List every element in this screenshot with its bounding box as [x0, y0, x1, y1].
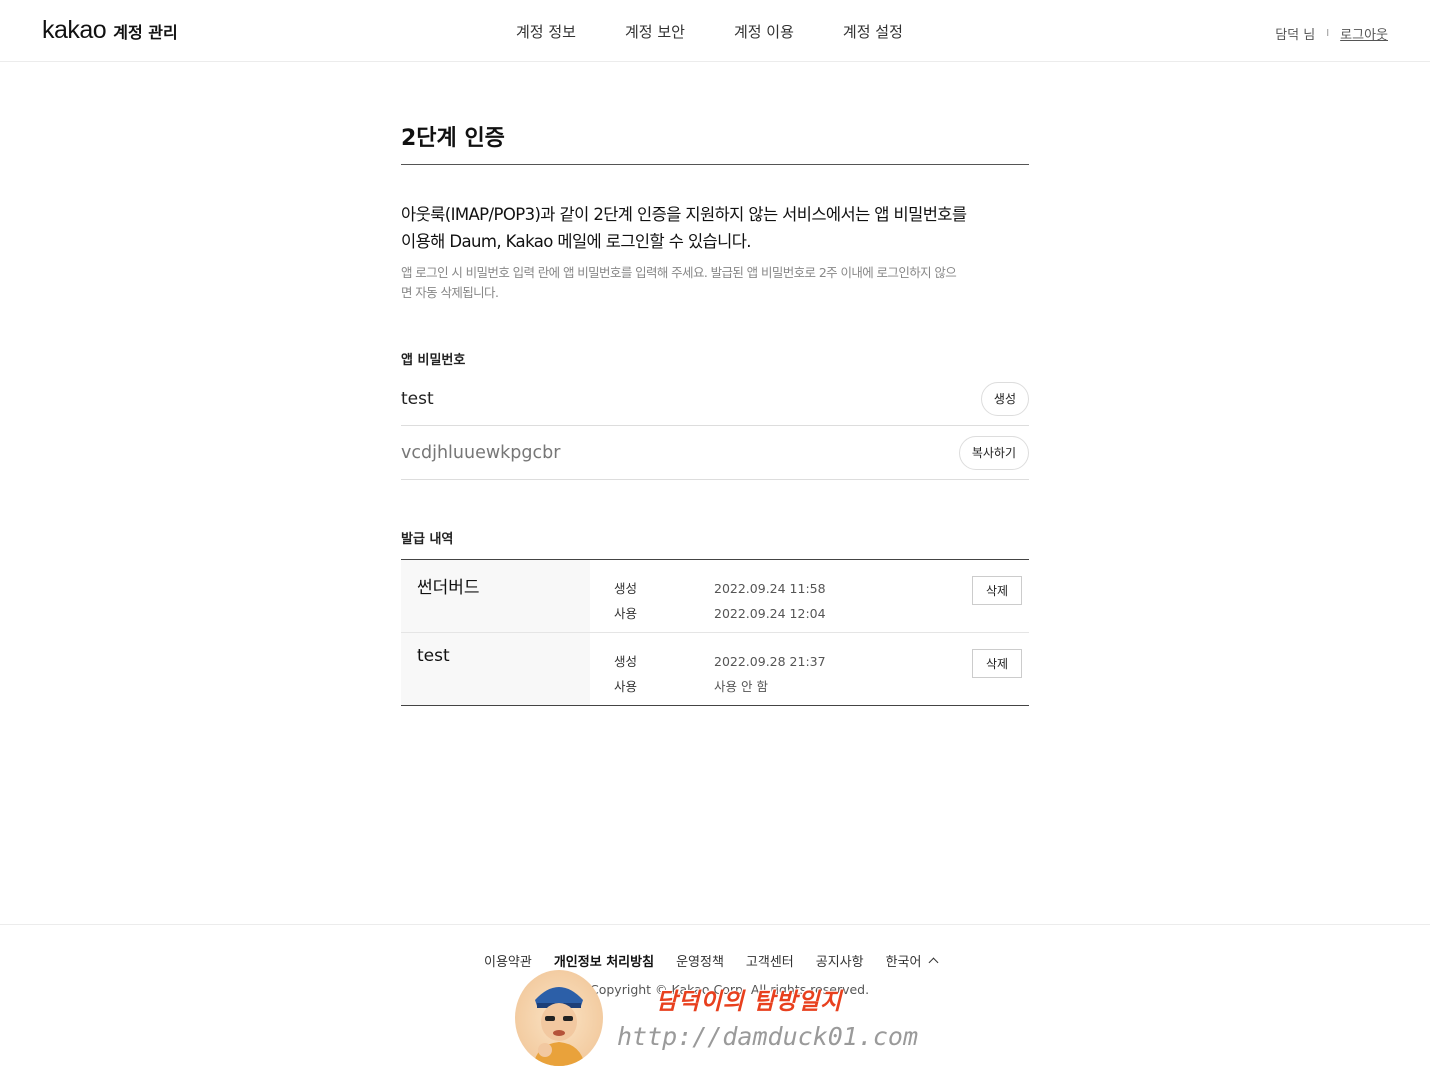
cartoon-avatar-icon [515, 970, 603, 1066]
history-label: 발급 내역 [401, 532, 454, 547]
main-nav: 계정 정보 계정 보안 계정 이용 계정 설정 [516, 21, 952, 42]
created-date: 2022.09.24 11:58 [714, 581, 826, 596]
description: 아웃룩(IMAP/POP3)과 같이 2단계 인증을 지원하지 않는 서비스에서… [401, 201, 1029, 255]
main-content: 2단계 인증 아웃룩(IMAP/POP3)과 같이 2단계 인증을 지원하지 않… [401, 120, 1029, 706]
app-name-value[interactable]: test [401, 389, 434, 409]
created-date: 2022.09.28 21:37 [714, 654, 826, 669]
footer-notice-link[interactable]: 공지사항 [816, 951, 864, 970]
top-header: kakao 계정 관리 계정 정보 계정 보안 계정 이용 계정 설정 담덕 님… [0, 0, 1430, 62]
copy-button[interactable]: 복사하기 [958, 435, 1029, 470]
footer-links: 이용약관 개인정보 처리방침 운영정책 고객센터 공지사항 한국어 [484, 951, 939, 970]
delete-button[interactable]: 삭제 [972, 576, 1022, 605]
description-line: 아웃룩(IMAP/POP3)과 같이 2단계 인증을 지원하지 않는 서비스에서… [401, 205, 967, 224]
footer-support-link[interactable]: 고객센터 [746, 951, 794, 970]
used-line: 사용 2022.09.24 12:04 [614, 601, 1029, 626]
nav-account-security[interactable]: 계정 보안 [625, 21, 685, 42]
created-line: 생성 2022.09.24 11:58 [614, 576, 1029, 601]
user-separator: I [1326, 28, 1330, 39]
watermark-url: http://damduck01.com [617, 1022, 919, 1051]
used-date: 사용 안 함 [714, 679, 768, 694]
notice-text: 앱 로그인 시 비밀번호 입력 란에 앱 비밀번호를 입력해 주세요. 발급된 … [401, 263, 1029, 303]
chevron-up-icon [929, 957, 939, 968]
used-line: 사용 사용 안 함 [614, 674, 1029, 699]
nav-account-info[interactable]: 계정 정보 [516, 21, 576, 42]
logo-wordmark: kakao [42, 16, 107, 44]
history-detail: 생성 2022.09.24 11:58 사용 2022.09.24 12:04 … [590, 560, 1029, 632]
footer-policy-link[interactable]: 운영정책 [676, 951, 724, 970]
nav-account-usage[interactable]: 계정 이용 [734, 21, 794, 42]
footer-privacy-link[interactable]: 개인정보 처리방침 [554, 951, 654, 970]
history-app-name: 썬더버드 [401, 560, 590, 632]
generated-password-value: vcdjhluuewkpgcbr [401, 442, 561, 463]
used-date: 2022.09.24 12:04 [714, 606, 826, 621]
footer-terms-link[interactable]: 이용약관 [484, 951, 532, 970]
table-row: test 생성 2022.09.28 21:37 사용 사용 안 함 삭제 [401, 633, 1029, 705]
watermark-avatar [515, 970, 603, 1066]
delete-button[interactable]: 삭제 [972, 649, 1022, 678]
history-table: 썬더버드 생성 2022.09.24 11:58 사용 2022.09.24 1… [401, 559, 1029, 706]
description-line: 이용해 Daum, Kakao 메일에 로그인할 수 있습니다. [401, 232, 752, 251]
logout-link[interactable]: 로그아웃 [1340, 24, 1388, 43]
user-name: 담덕 님 [1275, 28, 1316, 43]
app-name-field[interactable]: test 생성 [401, 372, 1029, 426]
nav-account-settings[interactable]: 계정 설정 [843, 21, 903, 42]
created-label: 생성 [614, 581, 638, 596]
generated-password-field: vcdjhluuewkpgcbr 복사하기 [401, 426, 1029, 480]
logo-subtitle: 계정 관리 [113, 23, 178, 42]
history-detail: 생성 2022.09.28 21:37 사용 사용 안 함 삭제 [590, 633, 1029, 705]
language-selector[interactable]: 한국어 [885, 951, 939, 970]
language-label: 한국어 [885, 955, 922, 970]
created-label: 생성 [614, 654, 638, 669]
notice-line: 앱 로그인 시 비밀번호 입력 란에 앱 비밀번호를 입력해 주세요. 발급된 … [401, 265, 957, 280]
create-button[interactable]: 생성 [980, 381, 1029, 416]
notice-line: 면 자동 삭제됩니다. [401, 285, 499, 300]
watermark-title: 담덕이의 탐방일지 [656, 989, 843, 1015]
kakao-logo[interactable]: kakao 계정 관리 [42, 16, 178, 45]
app-password-fields: test 생성 vcdjhluuewkpgcbr 복사하기 [401, 372, 1029, 480]
page-title: 2단계 인증 [401, 120, 1029, 165]
table-row: 썬더버드 생성 2022.09.24 11:58 사용 2022.09.24 1… [401, 560, 1029, 633]
app-password-label: 앱 비밀번호 [401, 353, 466, 368]
created-line: 생성 2022.09.28 21:37 [614, 649, 1029, 674]
history-app-name: test [401, 633, 590, 705]
used-label: 사용 [614, 606, 638, 621]
used-label: 사용 [614, 679, 638, 694]
user-area: 담덕 님 I 로그아웃 [1275, 24, 1388, 43]
